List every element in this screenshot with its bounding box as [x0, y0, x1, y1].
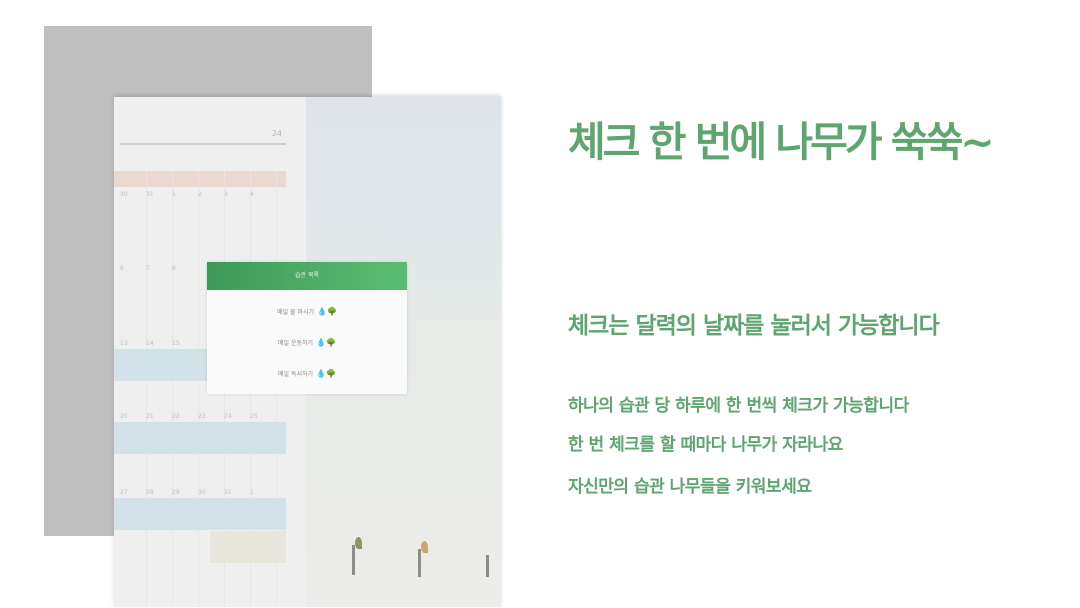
water-tree-icon[interactable]: 💧🌳 — [316, 338, 336, 347]
calendar-header-right[interactable]: 24 — [272, 129, 282, 138]
calendar-week-row[interactable]: 20 21 22 23 24 25 — [120, 413, 276, 420]
calendar-day[interactable]: 22 — [172, 413, 198, 420]
tree-sprout — [418, 549, 421, 577]
calendar-day[interactable]: 31 — [224, 489, 250, 496]
tree-sprout — [486, 555, 489, 577]
grid-line — [172, 171, 173, 607]
calendar-day[interactable]: 29 — [172, 489, 198, 496]
water-tree-icon[interactable]: 💧🌳 — [316, 369, 336, 378]
weekday-row — [114, 171, 286, 187]
habit-name: 매일 물 마시기 — [277, 309, 314, 316]
habit-check-item[interactable]: 매일 물 마시기 💧🌳 — [207, 296, 407, 327]
tree-sprout — [352, 545, 355, 575]
calendar-day[interactable]: 2 — [198, 191, 224, 198]
calendar-day[interactable]: 20 — [120, 413, 146, 420]
calendar-day[interactable]: 30 — [198, 489, 224, 496]
description-line: 자신만의 습관 나무들을 키워보세요 — [568, 477, 812, 497]
subheadline: 체크는 달력의 날짜를 눌러서 가능합니다 — [568, 313, 940, 339]
app-screenshot: 24 30 31 1 2 3 4 678 13 14 15 20 21 22 23 24 25 27 28… — [114, 97, 501, 607]
calendar-week-row[interactable]: 30 31 1 2 3 4 — [120, 191, 276, 198]
calendar-week-row[interactable]: 13 14 15 — [120, 340, 198, 347]
calendar-day[interactable]: 15 — [172, 340, 198, 347]
calendar-day[interactable]: 31 — [146, 191, 172, 198]
description-line: 한 번 체크를 할 때마다 나무가 자라나요 — [568, 435, 843, 455]
calendar-day[interactable]: 1 — [250, 489, 276, 496]
calendar-day[interactable]: 14 — [146, 340, 172, 347]
tree-leaf — [421, 541, 428, 553]
tree-leaf — [355, 537, 362, 549]
calendar-day[interactable]: 13 — [120, 340, 146, 347]
calendar-day[interactable]: 4 — [250, 191, 276, 198]
habit-progress-bar — [114, 498, 286, 530]
calendar-week-row[interactable]: 678 — [120, 265, 198, 272]
calendar-day[interactable]: 25 — [250, 413, 276, 420]
calendar-day[interactable]: 24 — [224, 413, 250, 420]
habit-name: 매일 운동하기 — [278, 340, 314, 347]
calendar-day[interactable]: 3 — [224, 191, 250, 198]
water-tree-icon[interactable]: 💧🌳 — [317, 307, 337, 316]
calendar-day[interactable]: 23 — [198, 413, 224, 420]
habit-check-item[interactable]: 매일 운동하기 💧🌳 — [207, 327, 407, 358]
modal-title: 습관 목록 — [207, 262, 407, 290]
calendar-day[interactable]: 30 — [120, 191, 146, 198]
habit-progress-bar — [114, 422, 286, 454]
calendar-day[interactable]: 6 — [120, 265, 146, 272]
habit-name: 매일 독서하기 — [278, 371, 314, 378]
calendar-week-row[interactable]: 27 28 29 30 31 1 — [120, 489, 276, 496]
headline: 체크 한 번에 나무가 쑥쑥~ — [568, 118, 995, 166]
description-line: 하나의 습관 당 하루에 한 번씩 체크가 가능합니다 — [568, 396, 909, 416]
calendar-day[interactable]: 28 — [146, 489, 172, 496]
calendar-day[interactable]: 27 — [120, 489, 146, 496]
calendar-day[interactable]: 7 — [146, 265, 172, 272]
calendar-nav-row — [120, 153, 286, 165]
calendar-day[interactable]: 8 — [172, 265, 198, 272]
grid-line — [198, 171, 199, 607]
habit-progress-bar — [210, 531, 286, 563]
calendar-day[interactable]: 1 — [172, 191, 198, 198]
calendar-header: 24 — [120, 127, 286, 145]
habit-check-item[interactable]: 매일 독서하기 💧🌳 — [207, 358, 407, 389]
grid-line — [146, 171, 147, 607]
calendar-day[interactable]: 21 — [146, 413, 172, 420]
habit-check-modal: 습관 목록 매일 물 마시기 💧🌳 매일 운동하기 💧🌳 매일 독서하기 💧🌳 — [207, 262, 407, 394]
